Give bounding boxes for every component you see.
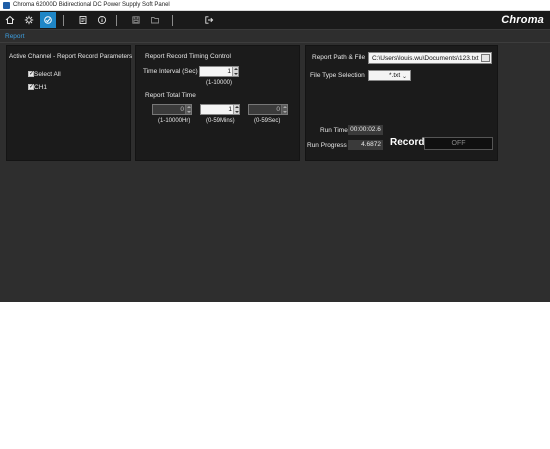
ch1-label: CH1 [34, 84, 48, 91]
settings-icon [24, 15, 34, 25]
list-button[interactable] [75, 12, 91, 28]
arrow-down-icon [235, 111, 239, 113]
minutes-range: (0-59Mins) [206, 118, 235, 124]
arrow-down-icon [187, 111, 191, 113]
run-time-label: Run Time [320, 127, 348, 134]
title-bar: Chroma 62000D Bidirectional DC Power Sup… [0, 0, 550, 11]
spinner-arrows[interactable] [185, 105, 191, 114]
app-window: Chroma 62000D Bidirectional DC Power Sup… [0, 0, 550, 302]
run-time-readout: 00:00:02.6 [348, 125, 383, 135]
settings-button[interactable] [21, 12, 37, 28]
record-toggle[interactable]: OFF [424, 137, 493, 150]
channel-panel-title: Active Channel - Report Record Parameter… [9, 53, 133, 60]
arrow-up-icon [187, 106, 191, 108]
report-icon [43, 15, 53, 25]
interval-value: 1 [227, 68, 231, 75]
exit-button[interactable] [201, 12, 217, 28]
seconds-spinner[interactable]: 0 [248, 104, 288, 115]
path-value: C:\Users\louis.wu\Documents\123.txt [372, 55, 479, 62]
record-toggle-state: OFF [451, 140, 466, 147]
list-icon [78, 15, 88, 25]
home-icon [5, 15, 15, 25]
info-icon [97, 15, 107, 25]
arrow-down-icon [234, 73, 238, 75]
breadcrumb-divider [0, 42, 550, 43]
report-button[interactable] [40, 12, 56, 28]
arrow-up-icon [234, 68, 238, 70]
path-label: Report Path & File [312, 54, 366, 61]
hours-value: 0 [180, 106, 184, 113]
brand-logo: Chroma [501, 14, 544, 26]
file-type-value: *.txt [389, 72, 401, 79]
breadcrumb: Report [5, 33, 25, 40]
arrow-up-icon [235, 106, 239, 108]
spinner-arrows[interactable] [281, 105, 287, 114]
exit-icon [204, 15, 214, 25]
app-icon [3, 2, 10, 9]
open-folder-icon [150, 15, 160, 25]
toolbar-separator [172, 15, 173, 26]
window-title: Chroma 62000D Bidirectional DC Power Sup… [13, 2, 170, 8]
chevron-down-icon: ⌄ [401, 74, 407, 80]
home-button[interactable] [2, 12, 18, 28]
interval-range: (1-10000) [206, 80, 233, 86]
browse-file-icon[interactable] [481, 54, 490, 62]
minutes-value: 1 [228, 106, 232, 113]
save-icon [131, 15, 141, 25]
open-folder-button[interactable] [147, 12, 163, 28]
spinner-arrows[interactable] [233, 105, 239, 114]
file-type-select[interactable]: *.txt ⌄ [368, 70, 411, 81]
run-progress-label: Run Progress [307, 142, 347, 149]
minutes-spinner[interactable]: 1 [200, 104, 240, 115]
hours-spinner[interactable]: 0 [152, 104, 192, 115]
timing-panel [135, 45, 300, 161]
path-field[interactable]: C:\Users\louis.wu\Documents\123.txt [368, 52, 492, 64]
hours-range: (1-10000Hr) [158, 118, 191, 124]
run-progress-readout: 4.6872 [348, 140, 383, 150]
timing-panel-title: Report Record Timing Control [145, 53, 231, 60]
save-button[interactable] [128, 12, 144, 28]
toolbar: Chroma [0, 11, 550, 30]
interval-label: Time Interval (Sec) [143, 68, 198, 75]
toolbar-separator [63, 15, 64, 26]
channel-panel [6, 45, 131, 161]
arrow-up-icon [283, 106, 287, 108]
arrow-down-icon [283, 111, 287, 113]
file-type-label: File Type Selection [310, 72, 365, 79]
spinner-arrows[interactable] [232, 67, 238, 76]
interval-spinner[interactable]: 1 [199, 66, 239, 77]
seconds-value: 0 [276, 106, 280, 113]
seconds-range: (0-59Sec) [254, 118, 281, 124]
total-time-label: Report Total Time [145, 92, 196, 99]
toolbar-separator [116, 15, 117, 26]
select-all-label: Select All [34, 71, 61, 78]
info-button[interactable] [94, 12, 110, 28]
record-label: Record [390, 137, 425, 148]
